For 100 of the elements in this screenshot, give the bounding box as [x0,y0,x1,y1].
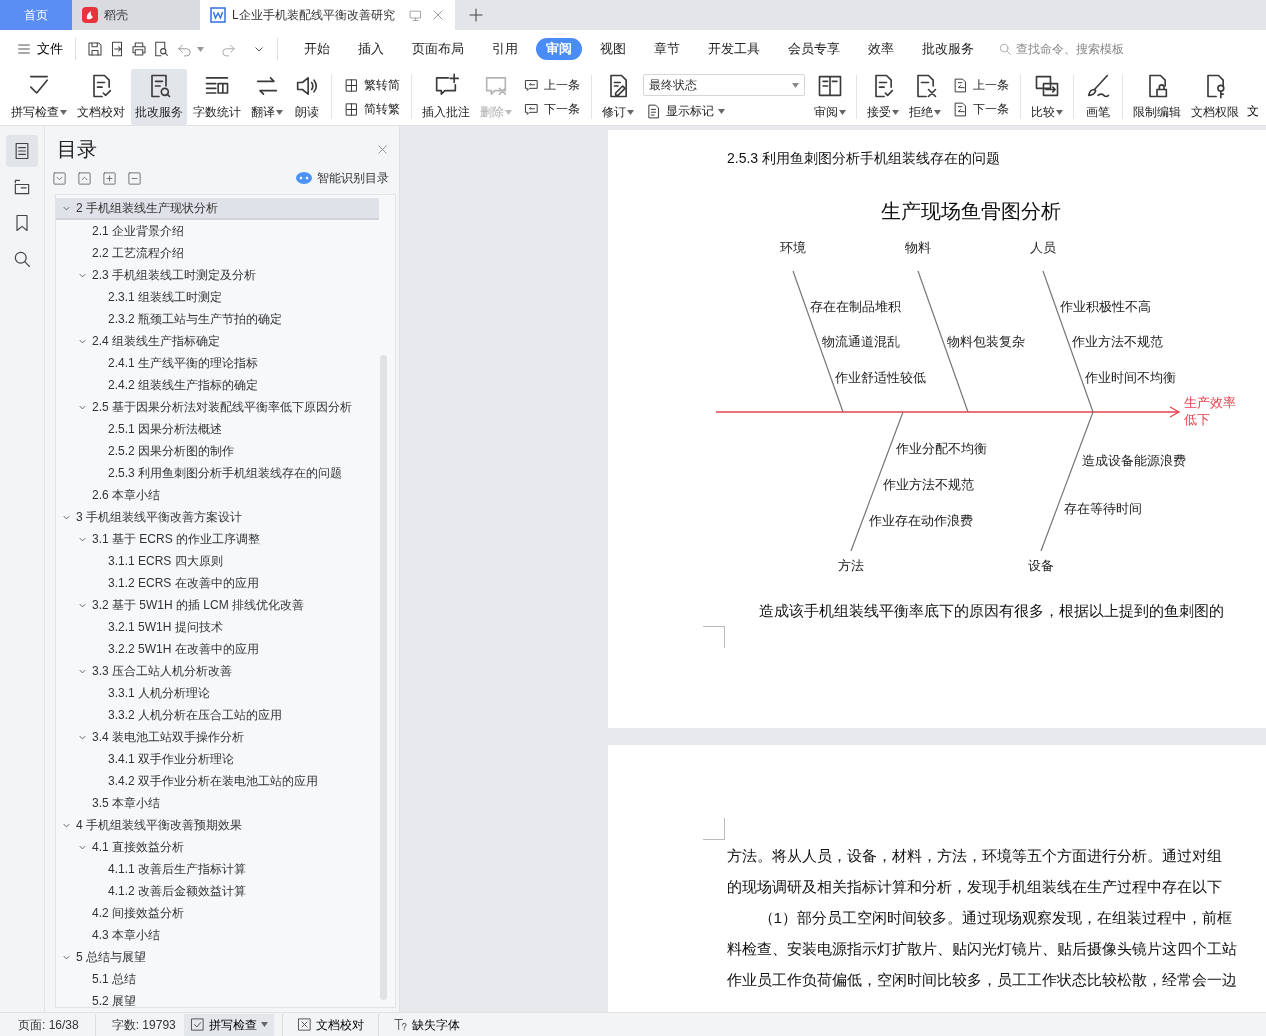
ribbon-button[interactable]: 审阅 [810,69,850,125]
toc-item[interactable]: 2.4.2 组装线生产指标的确定 [56,374,379,396]
caret-icon [1056,109,1063,115]
toc-item[interactable]: 2.5 基于因果分析法对装配线平衡率低下原因分析 [56,396,379,418]
caret-icon [839,109,846,115]
toc-item[interactable]: 3.1 基于 ECRS 的作业工序调整 [56,528,379,550]
ribbon-button[interactable]: 插入批注 [418,69,474,125]
caret-icon [892,109,899,115]
panel-title: 目录 [57,137,97,162]
ribbon-button[interactable]: 繁转简 [341,76,402,94]
ribbon-button[interactable]: 拒绝 [905,69,945,125]
ribbon-button[interactable]: 拼写检查 [7,69,71,125]
toc-item[interactable]: 5.2 展望 [56,990,379,1007]
status-button[interactable]: 拼写检查 [183,1013,274,1036]
category-label: 设备 [1028,557,1054,576]
ribbon-button[interactable]: 下一条 [521,100,582,118]
ribbon-button[interactable]: 上一条 [521,76,582,94]
toc-item[interactable]: 2.5.2 因果分析图的制作 [56,440,379,462]
toc-item[interactable]: 3.1.1 ECRS 四大原则 [56,550,379,572]
ribbon-button[interactable]: 画笔 [1080,69,1116,125]
menu-tab[interactable]: 页面布局 [402,37,474,61]
menu-tab[interactable]: 插入 [348,37,394,61]
ribbon-button[interactable]: 文 [1245,69,1259,125]
toc-item[interactable]: 3.2.2 5W1H 在改善中的应用 [56,638,379,660]
toc-item[interactable]: 2.3.1 组装线工时测定 [56,286,379,308]
monitor-icon[interactable] [408,7,423,23]
window-tab[interactable]: L企业手机装配线平衡改善研究 [200,0,455,30]
menu-tab[interactable]: 开始 [294,37,340,61]
boxed-minus-icon[interactable] [127,170,142,186]
toc-item[interactable]: 2.3 手机组装线工时测定及分析 [56,264,379,286]
window-tab[interactable]: 稻壳 [72,0,200,30]
ribbon-button[interactable]: 文档权限 [1187,69,1243,125]
ribbon-button[interactable]: 接受 [863,69,903,125]
toc-item[interactable]: 4.1.1 改善后生产指标计算 [56,858,379,880]
toc-item[interactable]: 2.4.1 生产线平衡的理论指标 [56,352,379,374]
close-icon[interactable] [431,8,445,22]
menu-tab[interactable]: 视图 [590,37,636,61]
smart-toc-button[interactable]: 智能识别目录 [290,168,395,188]
toc-item[interactable]: 2 手机组装线生产现状分析 [56,198,379,220]
toc-item[interactable]: 3.2 基于 5W1H 的插 LCM 排线优化改善 [56,594,379,616]
menu-tab[interactable]: 开发工具 [698,37,770,61]
toc-item[interactable]: 2.6 本章小结 [56,484,379,506]
margin-mark [703,818,725,840]
boxed-chevron-down-icon[interactable] [52,170,67,186]
menu-tab[interactable]: 批改服务 [912,37,984,61]
toc-item[interactable]: 3.3.1 人机分析理论 [56,682,379,704]
body-text: 方法。将从人员，设备，材料，方法，环境等五个方面进行分析。通过对组 [727,846,1223,866]
caret-icon [934,109,941,115]
ribbon-button[interactable]: 下一条 [950,100,1011,118]
sidebar-button[interactable] [6,135,38,167]
ribbon-button[interactable]: 翻译 [247,69,287,125]
toc-item[interactable]: 2.4 组装线生产指标确定 [56,330,379,352]
ribbon-button[interactable]: 修订 [598,69,638,125]
toc-item[interactable]: 4 手机组装线平衡改善预期效果 [56,814,379,836]
ribbon-button[interactable]: 比较 [1027,69,1067,125]
toc-item[interactable]: 5 总结与展望 [56,946,379,968]
toc-item[interactable]: 4.1 直接效益分析 [56,836,379,858]
ribbon-button[interactable]: 显示标记 [643,102,805,120]
toc-item[interactable]: 3.2.1 5W1H 提问技术 [56,616,379,638]
toc-item[interactable]: 3.3 压合工站人机分析改善 [56,660,379,682]
toc-item[interactable]: 2.5.1 因果分析法概述 [56,418,379,440]
document-search-small-icon[interactable] [152,40,170,58]
status-button[interactable]: 缺失字体 [386,1013,466,1036]
ribbon-button[interactable]: 批改服务 [131,69,187,125]
menu-tab[interactable]: 会员专享 [778,37,850,61]
ribbon-button[interactable]: 字数统计 [189,69,245,125]
ribbon-button[interactable]: 文档校对 [73,69,129,125]
toc-item[interactable]: 3.3.2 人机分析在压合工站的应用 [56,704,379,726]
toc-item[interactable]: 5.1 总结 [56,968,379,990]
ribbon-button[interactable]: 上一条 [950,76,1011,94]
category-label: 人员 [1030,239,1056,258]
toc-item[interactable]: 2.1 企业背景介绍 [56,220,379,242]
menu-tab[interactable]: 章节 [644,37,690,61]
toc-item[interactable]: 2.2 工艺流程介绍 [56,242,379,264]
file-menu-button[interactable]: 文件 [12,37,67,61]
menu-tab[interactable]: 引用 [482,37,528,61]
toc-item[interactable]: 2.5.3 利用鱼刺图分析手机组装线存在的问题 [56,462,379,484]
ribbon-button[interactable]: 限制编辑 [1129,69,1185,125]
toc-item[interactable]: 3.4 装电池工站双手操作分析 [56,726,379,748]
boxed-plus-icon[interactable] [102,170,117,186]
toc-item[interactable]: 4.2 间接效益分析 [56,902,379,924]
body-text: （1）部分员工空闲时间较多。通过现场观察发现，在组装过程中，前框 [757,908,1234,928]
status-dropdown[interactable]: 最终状态 [643,74,805,96]
save-icon[interactable] [86,40,104,58]
toc-item[interactable]: 4.1.2 改善后金额效益计算 [56,880,379,902]
toc-item[interactable]: 3.4.1 双手作业分析理论 [56,748,379,770]
ribbon-button[interactable]: 朗读 [289,69,325,125]
toc-item[interactable]: 4.3 本章小结 [56,924,379,946]
menu-tab[interactable]: 效率 [858,37,904,61]
close-icon[interactable] [376,143,389,157]
toc-item[interactable]: 3 手机组装线平衡改善方案设计 [56,506,379,528]
search-field[interactable]: 查找命令、搜索模板 [1016,40,1156,58]
ribbon-button[interactable]: 简转繁 [341,100,402,118]
toc-item[interactable]: 2.3.2 瓶颈工站与生产节拍的确定 [56,308,379,330]
status-button[interactable]: 文档校对 [290,1013,370,1036]
toc-item[interactable]: 3.5 本章小结 [56,792,379,814]
boxed-chevron-up-icon[interactable] [77,170,92,186]
toc-item[interactable]: 3.4.2 双手作业分析在装电池工站的应用 [56,770,379,792]
toc-item[interactable]: 3.1.2 ECRS 在改善中的应用 [56,572,379,594]
print-icon[interactable] [130,40,148,58]
